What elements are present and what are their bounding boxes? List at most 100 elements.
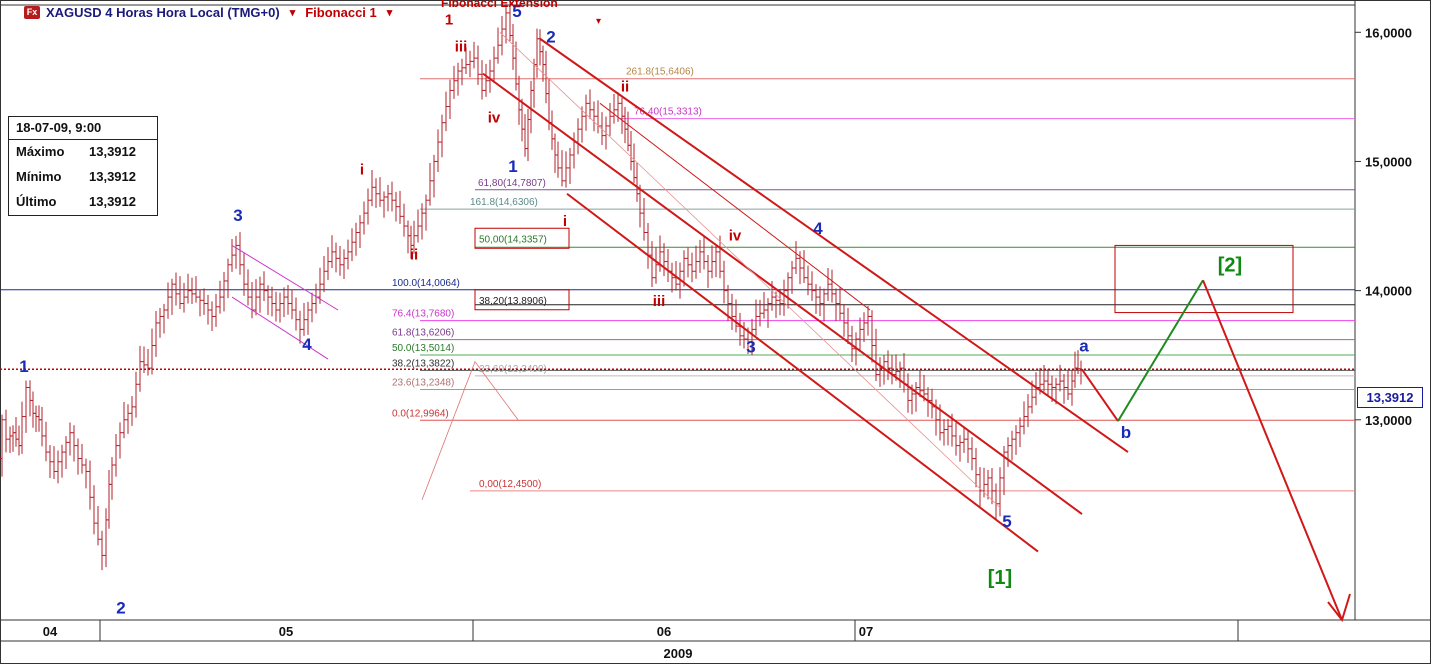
price-bar <box>452 65 456 99</box>
price-bar <box>902 353 906 393</box>
price-bar <box>646 222 650 269</box>
wave-label: 3 <box>746 338 755 357</box>
price-bar <box>146 348 150 376</box>
wave-label: ii <box>621 79 629 96</box>
fib-level-label: 261.8(15,6406) <box>626 67 694 78</box>
x-tick-label: 04 <box>43 624 58 639</box>
price-bar <box>31 391 35 428</box>
price-bar <box>448 79 452 120</box>
price-bar <box>826 268 830 301</box>
price-bar <box>480 60 484 100</box>
price-bar <box>378 177 382 207</box>
price-bar <box>198 289 202 317</box>
price-bar <box>294 297 298 331</box>
price-bar <box>402 203 406 237</box>
price-bar <box>214 293 218 327</box>
price-bar <box>386 184 390 212</box>
price-bar <box>254 279 258 316</box>
price-bar <box>994 483 998 520</box>
symbol-dropdown-icon[interactable]: ▾ <box>290 6 296 19</box>
price-bar <box>84 458 88 489</box>
price-bar <box>432 154 436 198</box>
symbol-title[interactable]: XAGUSD 4 Horas Hora Local (TMG+0) <box>46 5 280 20</box>
price-bar <box>460 58 464 86</box>
channel-line-upper <box>539 37 1129 453</box>
price-bar <box>1014 425 1018 455</box>
price-bar <box>326 247 330 281</box>
price-bar <box>104 508 108 568</box>
price-bar <box>394 191 398 222</box>
price-bar <box>282 287 286 318</box>
price-bar <box>274 291 278 322</box>
channel-line-thin <box>499 32 1001 508</box>
projection-segment <box>1081 368 1119 422</box>
price-bar <box>612 93 616 124</box>
price-bar <box>110 457 114 500</box>
price-bar <box>576 118 580 155</box>
price-bar <box>358 215 362 249</box>
fib-level-label: 76.4(13,7680) <box>392 309 454 320</box>
price-bar <box>246 269 250 306</box>
price-bar <box>730 293 734 330</box>
price-bar <box>302 302 306 336</box>
price-bar <box>838 287 842 321</box>
y-tick-label: 15,0000 <box>1365 154 1412 169</box>
price-bar <box>954 422 958 456</box>
price-bar <box>162 303 166 334</box>
price-bar <box>366 188 370 225</box>
price-bar <box>346 239 350 270</box>
price-bar <box>1079 360 1083 385</box>
fib-level-label: 23.6(13,2348) <box>392 377 454 388</box>
price-bar <box>130 396 134 426</box>
price-bar <box>766 298 770 328</box>
price-bar <box>862 312 866 342</box>
price-bar <box>8 426 12 453</box>
wave-label: [1] <box>988 567 1012 589</box>
price-bar <box>1006 437 1010 467</box>
price-bar <box>710 245 714 279</box>
price-bar <box>790 260 794 294</box>
price-bar <box>974 447 978 488</box>
price-chart[interactable]: 04 05 06 07 2009 16,0000 15,0000 14,0000 13,0000… <box>0 0 1431 664</box>
price-bar <box>250 282 254 319</box>
price-bar <box>134 371 138 418</box>
fib-level-label: 50.0(13,5014) <box>392 343 454 354</box>
price-bar <box>68 422 72 456</box>
wave-label: iii <box>455 39 468 56</box>
price-bar <box>1026 394 1030 428</box>
price-bar <box>416 209 420 243</box>
channel-line-middle <box>482 72 1083 515</box>
x-tick-label: 07 <box>859 624 873 639</box>
price-bar <box>511 24 515 70</box>
wave-label: i <box>360 161 364 178</box>
price-bar <box>998 467 1002 517</box>
price-bar <box>496 27 500 64</box>
fibonacci-dropdown-icon[interactable]: ▾ <box>387 6 393 19</box>
fibonacci-extension-label: Fibonacci Extension <box>441 0 558 10</box>
price-bar <box>330 235 334 269</box>
wave-label: i <box>563 213 567 230</box>
price-bar <box>592 101 596 132</box>
fx-logo-icon: Fx <box>24 5 40 19</box>
price-bar <box>122 402 126 439</box>
price-bar <box>568 147 572 185</box>
price-bar <box>810 271 814 301</box>
price-bar <box>114 434 118 477</box>
price-bar <box>814 284 818 314</box>
price-bar <box>1046 369 1050 396</box>
projection-segment <box>1117 279 1204 422</box>
wave-label: 3 <box>233 206 242 225</box>
price-bar <box>398 190 402 224</box>
price-bar <box>306 301 310 335</box>
price-bar <box>694 245 698 279</box>
price-bar <box>962 426 966 453</box>
chart-frame <box>0 0 1431 664</box>
target-box <box>1114 244 1294 314</box>
info-value-last: 13,3912 <box>89 194 136 209</box>
wave-label: 4 <box>813 219 823 238</box>
price-bar <box>338 245 342 276</box>
fibonacci-1-label[interactable]: Fibonacci 1 <box>305 5 377 20</box>
price-bar <box>80 443 84 474</box>
price-bar <box>492 46 496 83</box>
price-bar <box>830 269 834 303</box>
